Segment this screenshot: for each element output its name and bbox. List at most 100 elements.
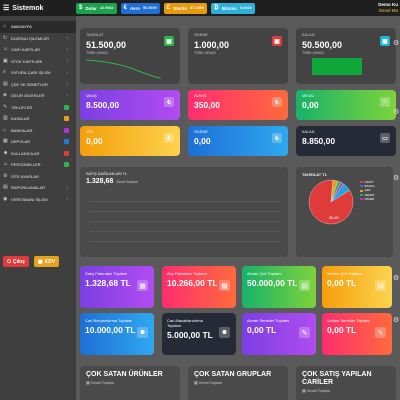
sidebar-item-8[interactable]: ▥ KASALAR <box>0 113 76 125</box>
sidebar-item-13[interactable]: ⚙ SİTE AYARLAR <box>0 171 76 183</box>
currency-chip-0[interactable]: $ Dolar 42.9982 <box>76 2 117 14</box>
chevron-left-icon: ‹ <box>66 81 68 88</box>
gear-icon[interactable]: ⚙ <box>393 275 400 282</box>
sales-chart-value: 1.328,68 <box>86 178 114 185</box>
sidebar-item-4[interactable]: ≡ FATURA-ÇARİ İŞLEM ‹ <box>0 67 76 79</box>
gear-icon[interactable]: ⚙ <box>393 40 400 47</box>
card-label: ÖDEME <box>194 130 208 134</box>
card-label: Satış Faturaları Toplamı <box>85 271 128 276</box>
card-value: 0,00 <box>86 136 103 146</box>
finance-card: KALAN 8.850,00 ▭ <box>296 126 396 156</box>
brand-name: Sistemok <box>12 4 44 12</box>
currency-value: 50.5699 <box>143 6 157 10</box>
sidebar-item-label: PERSONELLER <box>11 162 41 168</box>
sidebar-item-3[interactable]: ▣ STOK KARTLARI ‹ <box>0 56 76 68</box>
repeat-icon: ↻ <box>3 34 8 41</box>
finance-card: AVANS 350,00 ₺ <box>188 90 288 120</box>
currency-symbol: ₿ <box>213 5 219 11</box>
warehouse-icon: ▦ <box>3 138 8 145</box>
sidebar-item-0[interactable]: ⌂ ANASAYFA <box>0 21 76 33</box>
card-value: 1.000,00 <box>194 40 230 50</box>
pie-chart-title: TAHSİLAT TL <box>302 172 328 177</box>
sidebar-item-7[interactable]: ✎ TEKLİFLER <box>0 102 76 114</box>
legend-swatch <box>360 193 363 196</box>
currency-chip-1[interactable]: € Avro 50.5699 <box>120 2 160 14</box>
sidebar-item-label: CARİ KARTLAR <box>11 47 41 53</box>
user-plus-icon: ☻ <box>137 327 148 338</box>
pie-slice-label: 85.4% <box>329 216 339 220</box>
gear-icon[interactable]: ⚙ <box>393 175 400 182</box>
currency-chip-2[interactable]: £ Sterlin 57.4999 <box>163 2 207 14</box>
brand[interactable]: ☰ Sistemok <box>0 0 72 16</box>
currency-value: 57.4999 <box>190 6 204 10</box>
card-value: 8.850,00 <box>302 136 336 146</box>
sidebar-item-label: SİTE AYARLAR <box>11 173 39 179</box>
card-label: MAAŞ <box>86 94 97 98</box>
user-info[interactable]: Demo Ku Genel Mü <box>378 2 398 14</box>
sales-chart-card: SATIŞ DAĞILIMLARI TL 1.328,68 Genel Topl… <box>80 167 288 257</box>
sidebar-item-14[interactable]: ▤ RAPOR/LAMALAR ‹ <box>0 182 76 194</box>
sidebar-item-9[interactable]: ⌂ BANKALAR <box>0 125 76 137</box>
sidebar-item-12[interactable]: ☺ PERSONELLER <box>0 159 76 171</box>
money-icon: ₺ <box>164 97 174 107</box>
user-plus-icon: ☻ <box>219 327 230 338</box>
gear-icon[interactable]: ⚙ <box>393 109 400 116</box>
sales-chart-sub: Genel Toplam <box>116 180 138 184</box>
legend-swatch <box>360 185 363 188</box>
legend-swatch <box>360 197 363 200</box>
home-icon: ⌂ <box>3 23 7 30</box>
check-icon: ▤ <box>299 280 310 291</box>
sidebar-item-1[interactable]: ↻ DÜZENLİ İŞLEMLER ‹ <box>0 33 76 45</box>
status-badge <box>64 127 69 133</box>
sidebar-item-label: FATURA-ÇARİ İŞLEM <box>11 70 51 76</box>
menu-icon[interactable]: ☰ <box>3 4 9 12</box>
database-icon: ◉ <box>3 195 8 202</box>
chevron-left-icon: ‹ <box>66 184 68 191</box>
money-icon: ₺ <box>164 133 174 143</box>
sidebar-item-10[interactable]: ▦ DEPOLAR <box>0 136 76 148</box>
card-label: AVANS <box>194 94 207 98</box>
list-sub: ▦ Genel Toplam <box>86 381 115 385</box>
sidebar-item-label: DÜZENLİ İŞLEMLER <box>11 35 50 41</box>
total-card: Verilen Çek Toplamı 0,00 TL ▤ <box>322 266 392 308</box>
card-sub: TÜRK LİRASI <box>302 51 324 55</box>
kdv-button[interactable]: ▦ KDV <box>33 256 60 267</box>
wallet-icon: ▣ <box>380 36 390 46</box>
sidebar-item-2[interactable]: ☺ CARİ KARTLAR ‹ <box>0 44 76 56</box>
user-role: Genel Mü <box>378 8 398 13</box>
card-label: ÖDEME <box>194 33 208 37</box>
sidebar: ⌂ ANASAYFA ↻ DÜZENLİ İŞLEMLER ‹ ☺ CARİ KARTLAR… <box>0 16 76 400</box>
sidebar-item-5[interactable]: ▤ ÇEK VE SENETLER ‹ <box>0 79 76 91</box>
card-label: TAHSİLAT <box>86 33 104 37</box>
contract-icon: ✎ <box>299 327 310 338</box>
finance-card: MESAİ 0,00 ☺ <box>296 90 396 120</box>
currency-symbol: $ <box>79 5 83 11</box>
box-icon: ▣ <box>3 57 8 64</box>
sidebar-item-label: RAPOR/LAMALAR <box>11 185 46 191</box>
sidebar-item-label: TEKLİFLER <box>11 104 33 110</box>
sales-chart-grid <box>90 192 280 250</box>
sidebar-item-11[interactable]: ☻ KULLANICILAR <box>0 148 76 160</box>
top-list-card: ÇOK SATAN GRUPLAR ▦ Genel Toplam <box>188 366 288 400</box>
card-label: Alınan Çek Toplamı <box>247 271 282 276</box>
exit-button[interactable]: ⏻ Çıkış <box>3 256 29 267</box>
offer-icon: ✎ <box>3 103 8 110</box>
gear-icon[interactable]: ⚙ <box>393 317 400 324</box>
pie-chart: 85.4% <box>308 179 354 225</box>
sidebar-item-6[interactable]: ◈ GELİR GİDERLER ‹ <box>0 90 76 102</box>
currency-chip-3[interactable]: ₿ Bitcoin 0,0000 <box>210 2 255 14</box>
status-badge <box>64 150 69 156</box>
list-title: ÇOK SATAN ÜRÜNLER <box>86 371 163 378</box>
sidebar-item-15[interactable]: ◉ VERİTABANI İŞLEM ‹ <box>0 194 76 206</box>
money-icon: ₺ <box>272 133 282 143</box>
list-sub: ▦ Genel Toplam <box>302 389 331 393</box>
card-value: 0,00 <box>194 136 211 146</box>
contract-icon: ✎ <box>375 327 386 338</box>
top-list-card: ÇOK SATIŞ YAPILAN CARİLER ▦ Genel Toplam <box>296 366 396 400</box>
staff-icon: ☺ <box>3 161 9 168</box>
total-card: Alınan Senetler Toplamı 0,00 TL ✎ <box>242 313 316 355</box>
card-value: 50.500,00 <box>302 40 343 50</box>
chevron-left-icon: ‹ <box>66 46 68 53</box>
currency-label: Dolar <box>85 5 97 11</box>
legend-item[interactable]: DİĞER <box>360 197 375 201</box>
